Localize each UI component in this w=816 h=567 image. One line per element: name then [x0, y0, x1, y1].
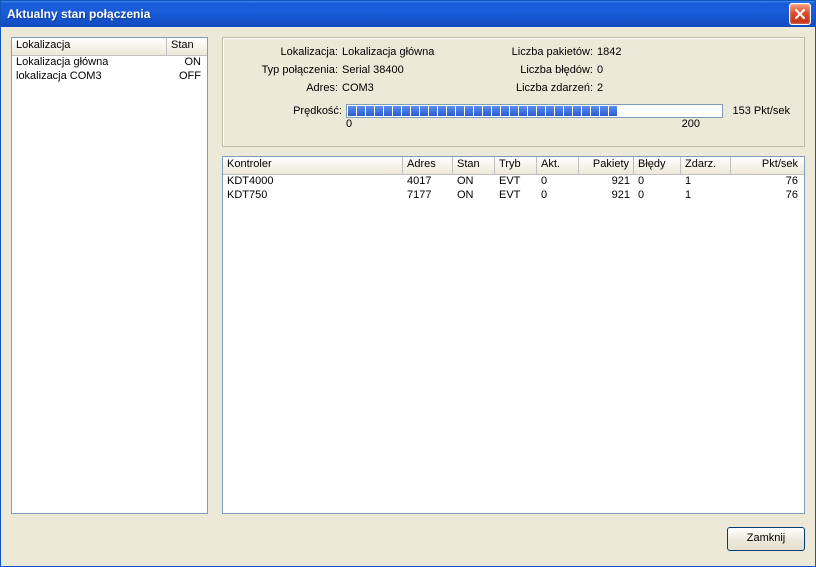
cell-pps: 76: [731, 175, 804, 189]
controllers-body: KDT4000 4017 ON EVT 0 921 0 1 76: [223, 175, 804, 513]
scale-min: 0: [346, 118, 352, 130]
col-mode[interactable]: Tryb: [495, 157, 537, 174]
window-title: Aktualny stan połączenia: [7, 7, 789, 21]
list-item[interactable]: lokalizacja COM3 OFF: [12, 70, 207, 84]
speed-scale: 0 200: [237, 118, 790, 130]
cell-pps: 76: [731, 189, 804, 203]
cell-mode: EVT: [495, 175, 537, 189]
col-state[interactable]: Stan: [167, 38, 207, 55]
label-errors: Liczba błędów:: [502, 64, 597, 76]
locations-body: Lokalizacja główna ON lokalizacja COM3 O…: [12, 56, 207, 513]
cell-location: Lokalizacja główna: [12, 56, 167, 70]
cell-packets: 921: [579, 175, 634, 189]
label-location: Lokalizacja:: [237, 46, 342, 58]
col-location[interactable]: Lokalizacja: [12, 38, 167, 55]
main-area: Lokalizacja Stan Lokalizacja główna ON l…: [11, 37, 805, 514]
cell-controller: KDT4000: [223, 175, 403, 189]
cell-errors: 0: [634, 175, 681, 189]
titlebar: Aktualny stan połączenia: [1, 1, 815, 27]
col-address[interactable]: Adres: [403, 157, 453, 174]
cell-address: 4017: [403, 175, 453, 189]
col-state[interactable]: Stan: [453, 157, 495, 174]
cell-events: 1: [681, 189, 731, 203]
label-packets: Liczba pakietów:: [502, 46, 597, 58]
col-act[interactable]: Akt.: [537, 157, 579, 174]
value-events: 2: [597, 82, 657, 94]
cell-act: 0: [537, 189, 579, 203]
value-errors: 0: [597, 64, 657, 76]
label-events: Liczba zdarzeń:: [502, 82, 597, 94]
cell-packets: 921: [579, 189, 634, 203]
cell-mode: EVT: [495, 189, 537, 203]
speed-row: Prędkość: 153 Pkt/sek: [237, 104, 790, 118]
value-conn-type: Serial 38400: [342, 64, 502, 76]
close-dialog-button[interactable]: Zamknij: [727, 527, 805, 551]
locations-pane: Lokalizacja Stan Lokalizacja główna ON l…: [11, 37, 208, 514]
footer: Zamknij: [11, 514, 805, 556]
stats-grid: Lokalizacja: Lokalizacja główna Liczba p…: [237, 46, 790, 94]
locations-header: Lokalizacja Stan: [12, 38, 207, 56]
value-address: COM3: [342, 82, 502, 94]
table-row[interactable]: KDT4000 4017 ON EVT 0 921 0 1 76: [223, 175, 804, 189]
cell-address: 7177: [403, 189, 453, 203]
value-location: Lokalizacja główna: [342, 46, 502, 58]
controllers-list[interactable]: Kontroler Adres Stan Tryb Akt. Pakiety B…: [222, 156, 805, 514]
controllers-header: Kontroler Adres Stan Tryb Akt. Pakiety B…: [223, 157, 804, 175]
cell-state: ON: [453, 175, 495, 189]
speed-progress: [346, 104, 723, 118]
cell-state: ON: [167, 56, 207, 70]
window: Aktualny stan połączenia Lokalizacja Sta…: [0, 0, 816, 567]
list-item[interactable]: Lokalizacja główna ON: [12, 56, 207, 70]
col-errors[interactable]: Błędy: [634, 157, 681, 174]
scale-max: 200: [682, 118, 700, 130]
close-icon: [795, 9, 805, 19]
cell-errors: 0: [634, 189, 681, 203]
locations-list[interactable]: Lokalizacja Stan Lokalizacja główna ON l…: [11, 37, 208, 514]
close-button[interactable]: [789, 3, 811, 25]
controllers-pane: Kontroler Adres Stan Tryb Akt. Pakiety B…: [222, 156, 805, 514]
cell-location: lokalizacja COM3: [12, 70, 167, 84]
label-speed: Prędkość:: [237, 105, 346, 117]
cell-state: ON: [453, 189, 495, 203]
cell-act: 0: [537, 175, 579, 189]
col-pps[interactable]: Pkt/sek: [731, 157, 804, 174]
right-pane: Lokalizacja: Lokalizacja główna Liczba p…: [222, 37, 805, 514]
col-events[interactable]: Zdarz.: [681, 157, 731, 174]
label-address: Adres:: [237, 82, 342, 94]
cell-state: OFF: [167, 70, 207, 84]
label-conn-type: Typ połączenia:: [237, 64, 342, 76]
cell-controller: KDT750: [223, 189, 403, 203]
client-area: Lokalizacja Stan Lokalizacja główna ON l…: [1, 27, 815, 566]
cell-events: 1: [681, 175, 731, 189]
table-row[interactable]: KDT750 7177 ON EVT 0 921 0 1 76: [223, 189, 804, 203]
value-packets: 1842: [597, 46, 657, 58]
value-speed: 153 Pkt/sek: [723, 105, 790, 117]
stats-panel: Lokalizacja: Lokalizacja główna Liczba p…: [222, 37, 805, 147]
col-controller[interactable]: Kontroler: [223, 157, 403, 174]
col-packets[interactable]: Pakiety: [579, 157, 634, 174]
